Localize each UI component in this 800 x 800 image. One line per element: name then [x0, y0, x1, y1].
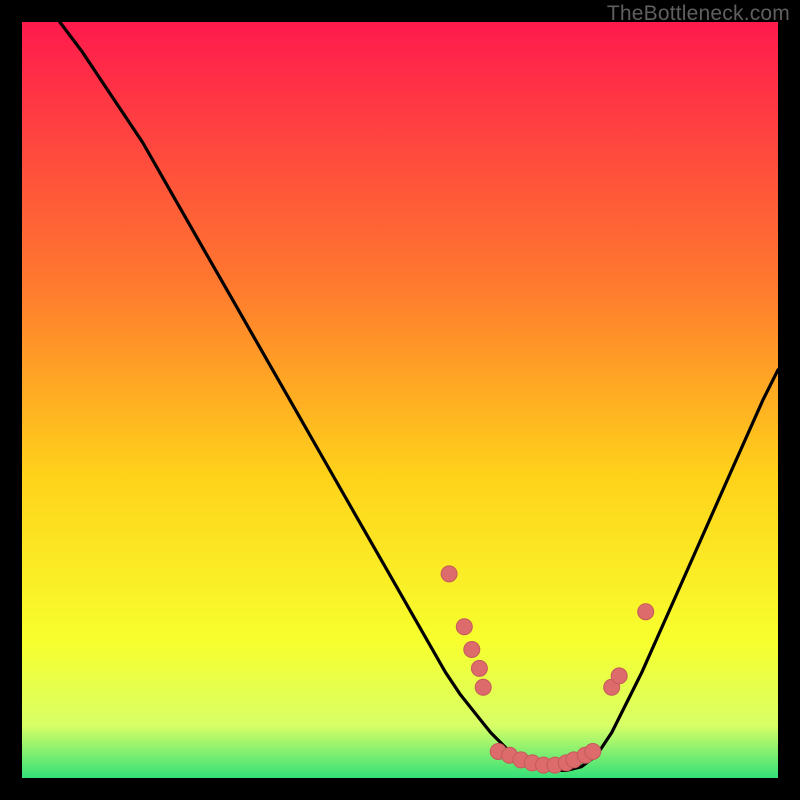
data-dot — [585, 744, 601, 760]
chart-frame — [22, 22, 778, 778]
attribution-watermark: TheBottleneck.com — [607, 2, 790, 26]
data-dot — [456, 619, 472, 635]
gradient-background — [22, 22, 778, 778]
data-dot — [471, 660, 487, 676]
data-dot — [464, 642, 480, 658]
bottleneck-chart — [22, 22, 778, 778]
data-dot — [638, 604, 654, 620]
data-dot — [441, 566, 457, 582]
data-dot — [611, 668, 627, 684]
data-dot — [475, 679, 491, 695]
